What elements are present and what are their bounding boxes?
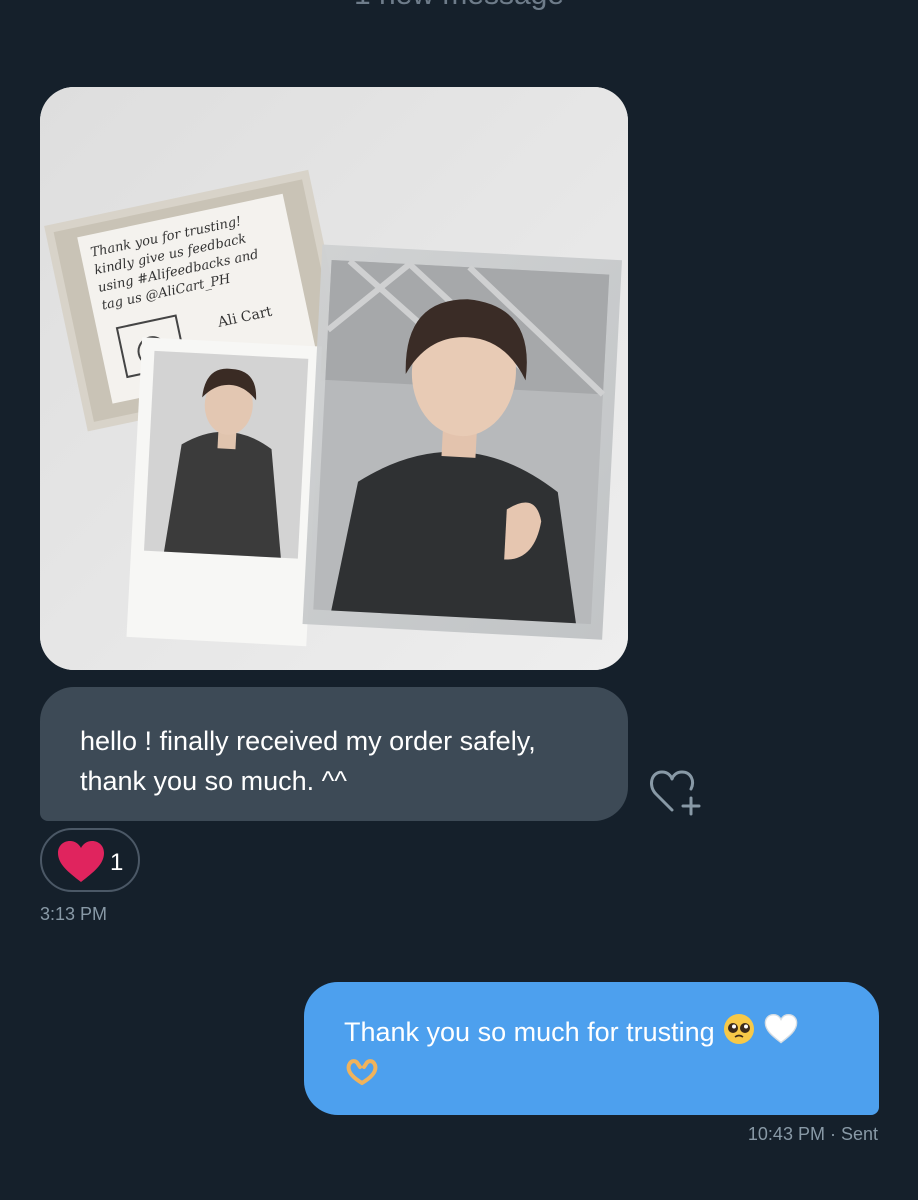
pleading-face-emoji-icon bbox=[722, 1012, 756, 1056]
heart-hands-emoji-icon bbox=[344, 1057, 380, 1097]
white-heart-emoji-icon bbox=[764, 1012, 798, 1056]
sent-message-text: Thank you so much for trusting bbox=[344, 1017, 715, 1048]
received-message-line2: thank you so much. ^^ bbox=[80, 766, 347, 796]
received-message-bubble[interactable]: hello ! finally received my order safely… bbox=[40, 687, 628, 821]
sent-timestamp-row: 10:43 PM · Sent bbox=[748, 1123, 878, 1145]
sent-status: · Sent bbox=[829, 1124, 878, 1144]
red-heart-icon bbox=[56, 840, 106, 884]
new-message-indicator[interactable]: 1 new message bbox=[0, 0, 918, 12]
photocards-photo: Thank you for trusting! kindly give us f… bbox=[40, 87, 628, 670]
received-image-attachment[interactable]: Thank you for trusting! kindly give us f… bbox=[40, 87, 628, 670]
sent-message-bubble[interactable]: Thank you so much for trusting bbox=[304, 982, 879, 1115]
received-timestamp: 3:13 PM bbox=[40, 904, 108, 924]
reaction-count: 1 bbox=[110, 849, 124, 876]
received-message-line1: hello ! finally received my order safely… bbox=[80, 726, 536, 756]
sent-timestamp: 10:43 PM bbox=[747, 1124, 825, 1144]
add-reaction-icon[interactable] bbox=[648, 766, 704, 816]
